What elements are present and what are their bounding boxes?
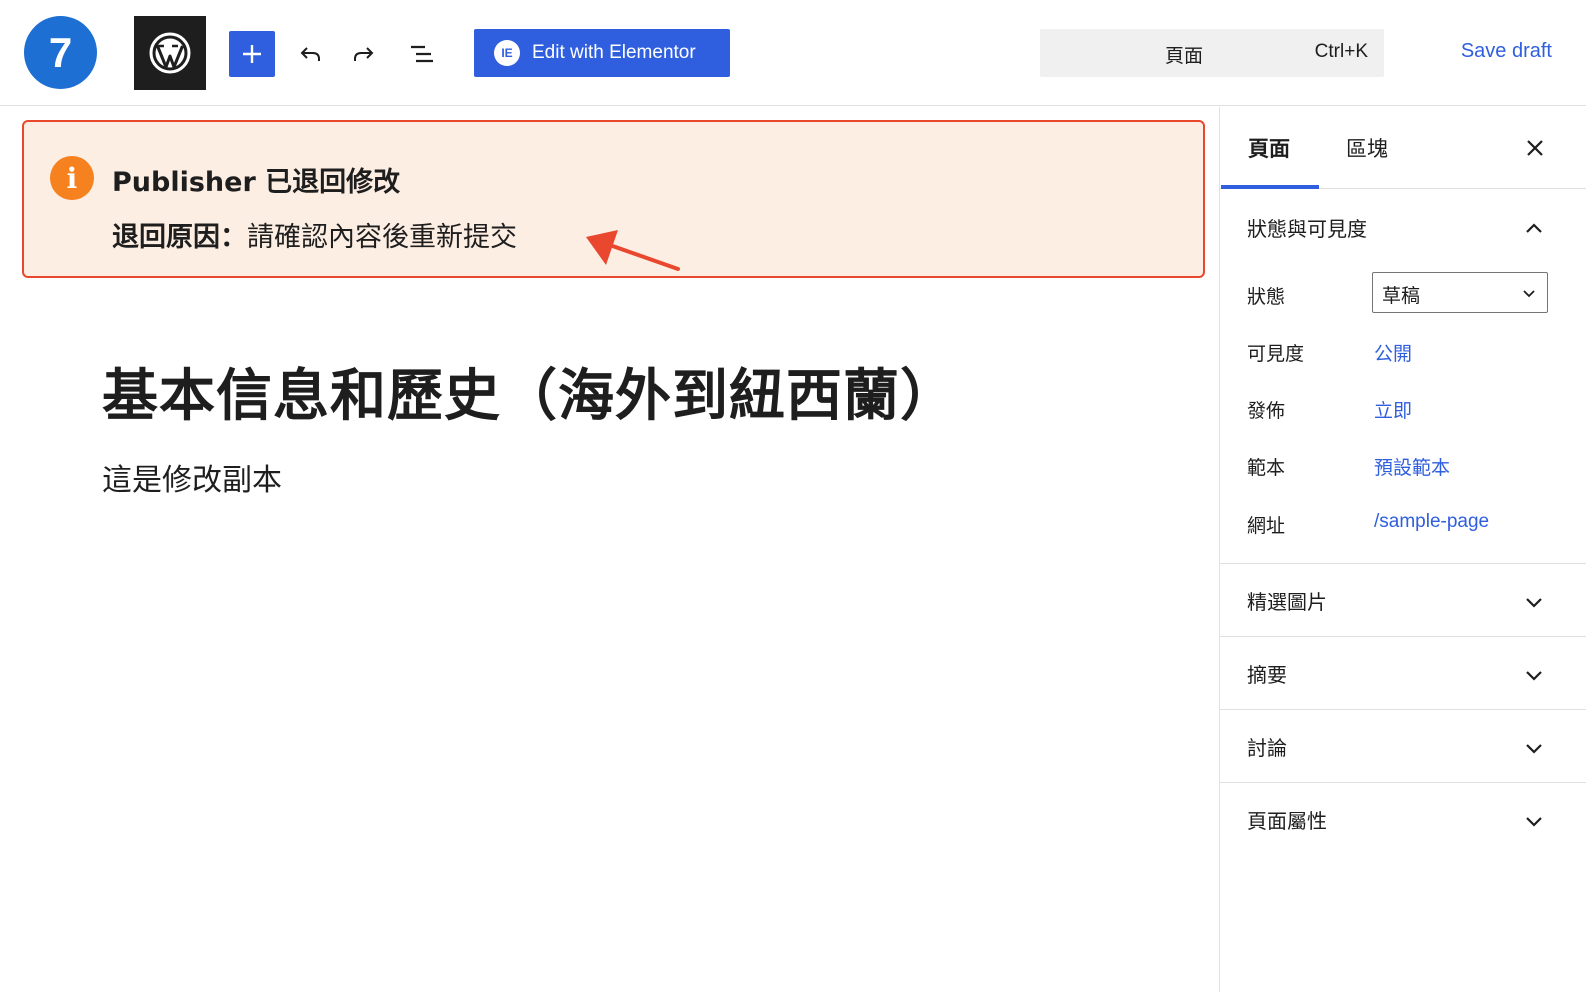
panel-status-visibility-header[interactable]: 狀態與可見度 bbox=[1220, 191, 1586, 263]
panel-featured-image-header[interactable]: 精選圖片 bbox=[1220, 564, 1586, 636]
publish-link[interactable]: 立即 bbox=[1374, 396, 1412, 423]
chevron-down-icon bbox=[1523, 290, 1535, 298]
wordpress-logo[interactable] bbox=[134, 16, 206, 90]
command-bar-title: 頁面 bbox=[1164, 45, 1203, 67]
chevron-down-icon bbox=[1526, 817, 1542, 827]
elementor-icon: IE bbox=[494, 40, 520, 66]
command-bar-shortcut: Ctrl+K bbox=[1314, 41, 1368, 62]
notice-reason: 退回原因：請確認內容後重新提交 bbox=[112, 215, 517, 254]
template-label: 範本 bbox=[1247, 457, 1286, 479]
panel-title: 摘要 bbox=[1247, 663, 1287, 687]
chevron-down-icon bbox=[1526, 671, 1542, 681]
panel-excerpt-header[interactable]: 摘要 bbox=[1220, 637, 1586, 709]
panel-title: 狀態與可見度 bbox=[1247, 217, 1367, 241]
info-icon: i bbox=[50, 156, 94, 200]
paragraph-block[interactable]: 這是修改副本 bbox=[102, 455, 282, 499]
annotation-arrow-icon bbox=[586, 230, 680, 271]
url-link[interactable]: /sample-page bbox=[1374, 511, 1489, 533]
panel-page-attributes-header[interactable]: 頁面屬性 bbox=[1220, 783, 1586, 855]
publish-label: 發佈 bbox=[1247, 400, 1286, 422]
status-select[interactable]: 草稿 bbox=[1372, 272, 1548, 313]
document-overview-icon bbox=[411, 45, 433, 63]
undo-icon bbox=[300, 47, 320, 61]
notice-reason-text: 請確認內容後重新提交 bbox=[247, 222, 517, 253]
panel-title: 討論 bbox=[1247, 736, 1287, 760]
edit-with-elementor-label: Edit with Elementor bbox=[532, 42, 696, 63]
post-title[interactable]: 基本信息和歷史（海外到紐西蘭） bbox=[102, 351, 957, 432]
step-number-badge: 7 bbox=[24, 16, 97, 89]
active-tab-indicator bbox=[1221, 185, 1319, 189]
notice-title: Publisher 已退回修改 bbox=[112, 167, 401, 198]
chevron-up-icon bbox=[1526, 223, 1542, 233]
tab-block[interactable]: 區塊 bbox=[1346, 133, 1388, 163]
document-overview-button[interactable] bbox=[404, 36, 440, 72]
status-label: 狀態 bbox=[1247, 286, 1286, 308]
tab-page[interactable]: 頁面 bbox=[1248, 133, 1290, 163]
editor-canvas: i Publisher 已退回修改 退回原因：請確認內容後重新提交 基本信息和歷… bbox=[0, 107, 1219, 992]
url-label: 網址 bbox=[1247, 515, 1286, 537]
undo-button[interactable] bbox=[292, 36, 328, 72]
close-icon[interactable] bbox=[1520, 133, 1550, 163]
template-link[interactable]: 預設範本 bbox=[1374, 453, 1450, 480]
edit-with-elementor-button[interactable]: IE Edit with Elementor bbox=[474, 29, 730, 77]
editor-toolbar: 7 IE Edit with Elementor 頁面 Ctrl+K Save … bbox=[0, 0, 1586, 106]
sidebar-tabs: 頁面 區塊 bbox=[1220, 107, 1586, 189]
notice-reason-label: 退回原因： bbox=[112, 222, 247, 253]
redo-icon bbox=[354, 47, 374, 61]
plus-icon bbox=[243, 45, 261, 63]
status-select-value: 草稿 bbox=[1382, 285, 1421, 307]
panel-title: 頁面屬性 bbox=[1247, 809, 1327, 833]
add-block-button[interactable] bbox=[229, 31, 275, 77]
command-palette-bar[interactable]: 頁面 Ctrl+K bbox=[1040, 29, 1384, 77]
visibility-link[interactable]: 公開 bbox=[1374, 339, 1412, 366]
chevron-down-icon bbox=[1526, 744, 1542, 754]
redo-button[interactable] bbox=[346, 36, 382, 72]
panel-title: 精選圖片 bbox=[1247, 590, 1327, 614]
settings-sidebar: 頁面 區塊 狀態與可見度 狀態 草稿 可見度 公開 發佈 立即 範本 預設範本 … bbox=[1219, 107, 1586, 992]
chevron-down-icon bbox=[1526, 598, 1542, 608]
wordpress-icon bbox=[149, 32, 191, 74]
save-draft-button[interactable]: Save draft bbox=[1432, 40, 1552, 63]
panel-discussion-header[interactable]: 討論 bbox=[1220, 710, 1586, 782]
visibility-label: 可見度 bbox=[1247, 343, 1305, 365]
